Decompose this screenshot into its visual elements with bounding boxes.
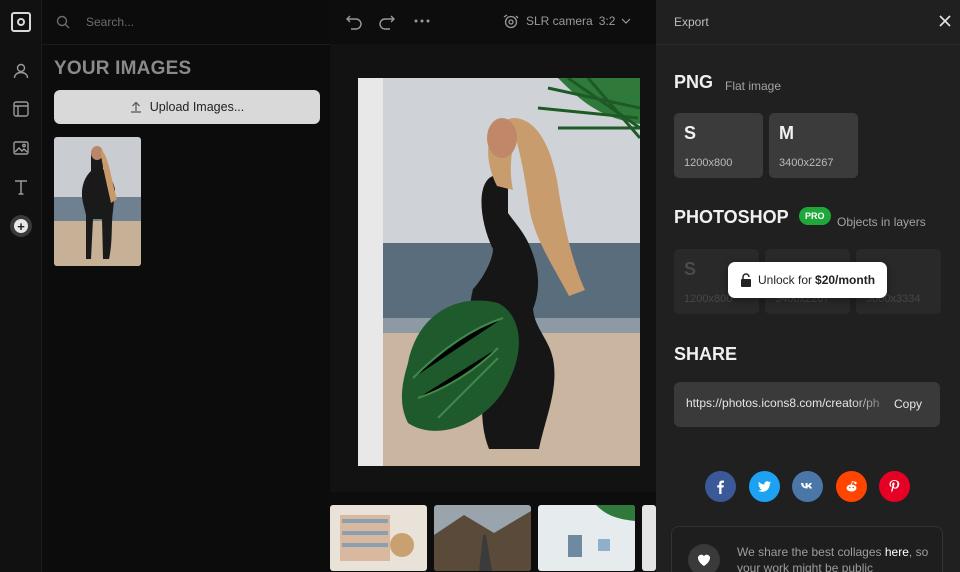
undo-icon[interactable] <box>345 12 363 30</box>
lock-icon <box>741 273 751 287</box>
your-images-title: YOUR IMAGES <box>54 58 192 79</box>
facebook-icon[interactable] <box>705 471 736 502</box>
size-label: S <box>684 123 697 143</box>
logo-icon[interactable] <box>11 12 31 32</box>
chevron-down-icon <box>621 18 631 24</box>
image-icon[interactable] <box>12 139 30 157</box>
redo-icon[interactable] <box>378 12 396 30</box>
divider <box>656 44 960 45</box>
png-subtitle: Flat image <box>725 79 782 93</box>
uploaded-image-thumbnail[interactable] <box>54 137 141 266</box>
share-note-text: We share the best collages here, so your… <box>737 544 937 572</box>
canvas-photo[interactable] <box>358 78 640 466</box>
heart-icon <box>688 544 720 572</box>
pinterest-icon[interactable] <box>879 471 910 502</box>
share-link-box: Copy <box>674 382 940 427</box>
search-icon <box>56 15 70 29</box>
unlock-pro-button[interactable]: Unlock for $20/month <box>728 262 887 298</box>
upload-images-button[interactable]: Upload Images... <box>54 90 320 124</box>
text-icon[interactable] <box>12 178 30 196</box>
share-note-card: We share the best collages here, so your… <box>671 526 943 572</box>
upload-icon <box>130 101 141 113</box>
size-label: S <box>684 259 697 279</box>
layers-icon[interactable] <box>12 100 30 118</box>
png-size-s-button[interactable]: S 1200x800 <box>674 113 763 178</box>
search-bar <box>56 10 326 34</box>
camera-icon <box>503 14 519 29</box>
upload-label: Upload Images... <box>149 100 245 114</box>
twitter-icon[interactable] <box>749 471 780 502</box>
aspect-ratio: 3:2 <box>598 14 616 28</box>
camera-selector[interactable]: SLR camera 3:2 <box>502 13 631 29</box>
close-icon[interactable] <box>936 12 954 30</box>
canvas-toolbar: SLR camera 3:2 <box>330 0 656 44</box>
template-thumbnail[interactable] <box>538 505 635 571</box>
unlock-price: $20/month <box>815 273 876 287</box>
size-label: M <box>779 123 794 143</box>
png-size-m-button[interactable]: M 3400x2267 <box>769 113 858 178</box>
template-thumbnail[interactable] <box>642 505 656 571</box>
copy-button[interactable]: Copy <box>894 397 922 411</box>
size-dimensions: 3400x2267 <box>779 157 834 169</box>
photoshop-subtitle: Objects in layers <box>837 215 926 229</box>
search-input[interactable] <box>86 15 286 29</box>
photo-creator-app: + YOUR IMAGES Upload Images... <box>0 0 960 572</box>
images-panel: YOUR IMAGES Upload Images... <box>42 0 330 572</box>
vk-icon[interactable] <box>792 471 823 502</box>
person-icon[interactable] <box>12 62 30 80</box>
export-header: Export <box>674 15 709 29</box>
size-dimensions: 1200x800 <box>684 293 733 305</box>
reddit-icon[interactable] <box>836 471 867 502</box>
more-icon[interactable] <box>413 12 431 30</box>
share-title: SHARE <box>674 344 738 364</box>
png-title: PNG <box>674 72 714 92</box>
url-fade <box>850 390 898 420</box>
add-icon[interactable]: + <box>10 215 32 237</box>
template-thumbnail[interactable] <box>330 505 427 571</box>
size-dimensions: 1200x800 <box>684 157 733 169</box>
photoshop-title: PHOTOSHOP <box>674 207 789 227</box>
pro-badge: PRO <box>799 207 831 225</box>
camera-label: SLR camera <box>526 14 593 28</box>
note-text-before: We share the best collages <box>737 545 882 559</box>
template-strip <box>330 500 656 572</box>
left-toolbar: + <box>0 0 42 572</box>
note-link[interactable]: here <box>885 545 909 559</box>
add-glyph: + <box>17 218 25 234</box>
template-thumbnail[interactable] <box>434 505 531 571</box>
export-panel: Export PNG Flat image S 1200x800 M 3400x… <box>656 0 960 572</box>
divider <box>42 44 330 45</box>
unlock-prefix: Unlock for <box>758 273 813 287</box>
